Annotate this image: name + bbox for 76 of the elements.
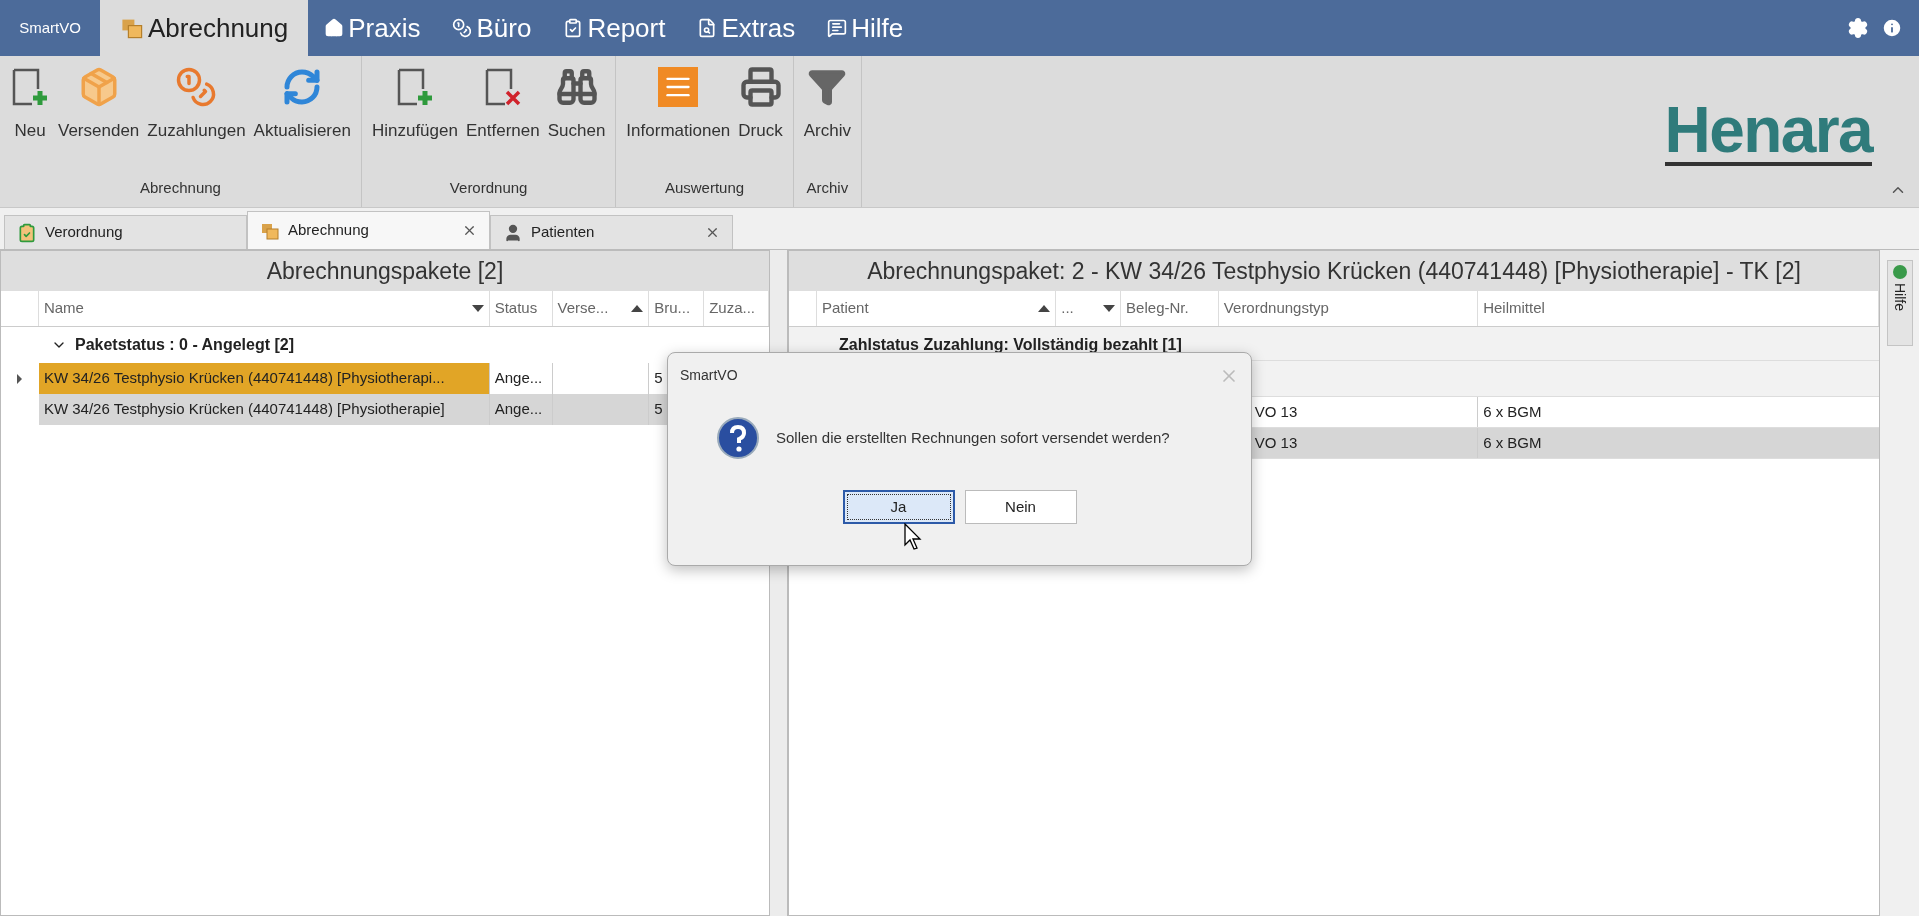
- menu-tab[interactable]: Report: [547, 0, 682, 56]
- app-menu-button[interactable]: SmartVO: [0, 0, 100, 56]
- help-icon: [1892, 265, 1907, 279]
- side-tab-label: Hilfe: [1891, 283, 1909, 311]
- dialog-message: Sollen die erstellten Rechnungen sofort versendet werden?: [776, 427, 1170, 448]
- column-header[interactable]: Verordnungstyp: [1218, 291, 1479, 326]
- menu-tab[interactable]: Büro: [436, 0, 548, 56]
- column-header[interactable]: Name: [38, 291, 490, 326]
- column-header[interactable]: Status: [489, 291, 553, 326]
- column-header[interactable]: Heilmittel: [1478, 291, 1879, 326]
- person-icon: [503, 222, 523, 243]
- column-header[interactable]: Zuza...: [704, 291, 769, 326]
- ribbon-button[interactable]: Hinzufügen: [369, 64, 460, 177]
- ribbon-button[interactable]: Zuzahlungen: [145, 64, 248, 177]
- help-side-tab[interactable]: Hilfe: [1886, 260, 1913, 346]
- column-header[interactable]: ...: [1056, 291, 1122, 326]
- printer-icon: [739, 66, 782, 108]
- dialog-button[interactable]: Ja: [842, 490, 955, 524]
- sort-up-icon[interactable]: [631, 305, 644, 312]
- clipboard-icon: [17, 222, 37, 243]
- tab-label: Patienten: [531, 222, 596, 243]
- tab-label: Abrechnung: [288, 220, 370, 241]
- ribbon-button[interactable]: Aktualisieren: [251, 64, 353, 177]
- menu-tab[interactable]: Praxis: [308, 0, 437, 56]
- file-search-icon: [697, 18, 718, 38]
- mouse-cursor-icon: [904, 523, 922, 551]
- table-cell-text: 6 x BGM: [1482, 401, 1543, 422]
- new-document-icon: [10, 67, 50, 107]
- panel-title: Abrechnungspaket: 2 - KW 34/26 Testphysio Krücken (440741448) [Physiotherapie] - TK [2]: [789, 251, 1879, 291]
- list-icon: [658, 67, 699, 107]
- info-icon[interactable]: [1881, 17, 1903, 39]
- ribbon-button[interactable]: Suchen: [545, 64, 608, 177]
- ribbon-button[interactable]: Archiv: [801, 64, 853, 177]
- ribbon-button[interactable]: Druck: [736, 64, 785, 177]
- refresh-icon: [282, 67, 323, 107]
- close-icon[interactable]: [462, 223, 477, 238]
- table-cell-text: 6 x BGM: [1482, 432, 1543, 453]
- group-label: Archiv: [805, 177, 850, 198]
- search-icon: [555, 66, 598, 108]
- menu-tab[interactable]: Hilfe: [811, 0, 920, 56]
- document-tab[interactable]: Abrechnung: [247, 211, 490, 249]
- question-icon: [716, 416, 760, 460]
- column-header[interactable]: Beleg-Nr.: [1121, 291, 1219, 326]
- sort-down-icon[interactable]: [1103, 305, 1116, 312]
- logo: Henara: [1664, 98, 1872, 166]
- settings-icon[interactable]: [1847, 17, 1869, 39]
- ribbon-button[interactable]: Entfernen: [463, 64, 542, 177]
- panel-title: Abrechnungspakete [2]: [1, 251, 769, 291]
- column-header[interactable]: Verse...: [552, 291, 650, 326]
- column-header[interactable]: Bru...: [649, 291, 705, 326]
- sort-down-icon[interactable]: [471, 305, 484, 312]
- close-icon[interactable]: [705, 225, 720, 240]
- coins-icon: [452, 18, 473, 38]
- menu-tab[interactable]: Extras: [681, 0, 812, 56]
- group-label: Verordnung: [448, 177, 529, 198]
- coins-icon: [175, 66, 218, 108]
- clipboard-icon: [563, 18, 584, 38]
- ribbon-button[interactable]: Neu: [8, 64, 52, 177]
- group-row[interactable]: Paketstatus : 0 - Angelegt [2]: [75, 333, 294, 357]
- group-label: Auswertung: [663, 177, 746, 198]
- filter-icon: [807, 67, 848, 107]
- group-label: Abrechnung: [139, 177, 222, 198]
- table-cell: KW 34/26 Testphysio Krücken (440741448) [Physiotherapie]: [38, 394, 490, 425]
- ribbon-button[interactable]: Versenden: [56, 64, 142, 177]
- document-tab[interactable]: Verordnung: [4, 215, 247, 249]
- table-cell: Ange...: [489, 394, 553, 425]
- table-cell: KW 34/26 Testphysio Krücken (440741448) [Physiotherapi...: [38, 363, 490, 394]
- menu-tab[interactable]: Abrechnung: [100, 0, 309, 56]
- tab-label: Verordnung: [45, 222, 124, 243]
- sort-up-icon[interactable]: [1038, 305, 1051, 312]
- document-tab[interactable]: Patienten: [490, 215, 733, 249]
- home-icon: [324, 18, 345, 38]
- ribbon-button[interactable]: Informationen: [624, 64, 733, 177]
- column-header[interactable]: Patient: [816, 291, 1057, 326]
- help-icon: [827, 18, 848, 38]
- dialog-button[interactable]: Nein: [964, 490, 1077, 524]
